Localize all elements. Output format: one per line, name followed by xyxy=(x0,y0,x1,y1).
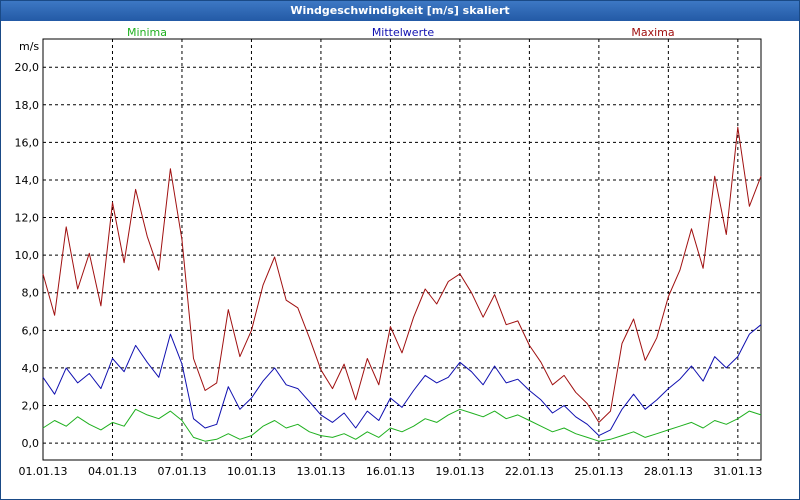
y-tick-label: 16,0 xyxy=(15,136,40,149)
y-tick-label: 0,0 xyxy=(22,437,40,450)
x-tick-label: 31.01.13 xyxy=(713,465,762,478)
y-tick-label: 20,0 xyxy=(15,61,40,74)
legend: Minima Mittelwerte Maxima xyxy=(127,26,675,39)
y-tick-label: 2,0 xyxy=(22,399,40,412)
y-axis-label: m/s xyxy=(19,40,39,53)
y-tick-label: 14,0 xyxy=(15,174,40,187)
y-tick-label: 18,0 xyxy=(15,99,40,112)
x-tick-label: 04.01.13 xyxy=(88,465,137,478)
y-axis-ticks: 0,0 2,0 4,0 6,0 8,0 10,0 12,0 14,0 16,0 18,0 20,0 xyxy=(15,61,40,450)
y-tick-label: 4,0 xyxy=(22,362,40,375)
x-tick-label: 01.01.13 xyxy=(19,465,68,478)
plot-area xyxy=(42,38,762,461)
window-title: Windgeschwindigkeit [m/s] skaliert xyxy=(1,1,799,21)
y-tick-label: 6,0 xyxy=(22,324,40,337)
y-tick-label: 12,0 xyxy=(15,212,40,225)
legend-entry-maxima: Maxima xyxy=(631,26,674,39)
chart-canvas: 0,02,04,06,08,010,012,014,016,018,020,0 … xyxy=(15,26,763,478)
legend-entry-mittelwerte: Mittelwerte xyxy=(372,26,435,39)
x-tick-label: 13.01.13 xyxy=(296,465,345,478)
x-tick-label: 28.01.13 xyxy=(644,465,693,478)
x-tick-label: 07.01.13 xyxy=(157,465,206,478)
y-tick-label: 10,0 xyxy=(15,249,40,262)
x-tick-label: 19.01.13 xyxy=(435,465,484,478)
x-tick-label: 16.01.13 xyxy=(366,465,415,478)
x-axis-ticks: 01.01.13 04.01.13 07.01.13 10.01.13 13.01.13… xyxy=(19,465,763,478)
x-tick-label: 10.01.13 xyxy=(227,465,276,478)
x-tick-label: 25.01.13 xyxy=(574,465,623,478)
chart-window: Windgeschwindigkeit [m/s] skaliert 0,0 2,… xyxy=(0,0,800,500)
legend-entry-minima: Minima xyxy=(127,26,167,39)
x-tick-label: 22.01.13 xyxy=(505,465,554,478)
y-tick-label: 8,0 xyxy=(22,287,40,300)
